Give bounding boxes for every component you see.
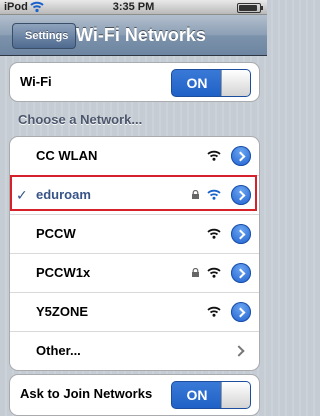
clock: 3:35 PM (112, 1, 155, 13)
battery-icon (237, 3, 263, 13)
wifi-signal-icon (207, 306, 221, 317)
wifi-switch-state: ON (186, 75, 208, 91)
ask-to-join-switch-state: ON (186, 387, 208, 403)
detail-disclosure-button[interactable] (231, 263, 251, 283)
wifi-switch[interactable]: ON (171, 69, 251, 97)
section-header: Choose a Network... (18, 112, 143, 127)
network-row-y5zone[interactable]: Y5ZONE (10, 292, 259, 331)
back-button-label: Settings (25, 30, 69, 42)
network-row-pccw[interactable]: PCCW (10, 214, 259, 253)
wifi-signal-icon (207, 189, 221, 200)
wifi-signal-icon (207, 150, 221, 161)
network-name: Y5ZONE (36, 304, 89, 319)
ask-to-join-switch[interactable]: ON (171, 381, 251, 409)
ask-to-join-group: Ask to Join Networks ON (9, 374, 260, 416)
detail-disclosure-button[interactable] (231, 224, 251, 244)
switch-knob (221, 382, 250, 408)
checkmark-icon: ✓ (16, 187, 28, 203)
wifi-label: Wi-Fi (20, 74, 52, 89)
detail-disclosure-button[interactable] (231, 185, 251, 205)
lock-icon (192, 190, 199, 199)
detail-disclosure-button[interactable] (231, 146, 251, 166)
settings-back-button[interactable]: Settings (12, 23, 77, 49)
network-name: PCCW (36, 226, 76, 241)
detail-disclosure-button[interactable] (231, 302, 251, 322)
wifi-signal-icon (207, 267, 221, 278)
network-name: eduroam (36, 187, 91, 202)
network-row-cc-wlan[interactable]: CC WLAN (10, 137, 259, 175)
lock-icon (192, 268, 199, 277)
network-list: CC WLAN ✓ eduroam PCCW PCCW1x Y5ZONE Oth… (9, 136, 260, 371)
other-label: Other... (36, 343, 81, 358)
switch-knob (221, 70, 250, 96)
network-name: PCCW1x (36, 265, 91, 280)
navigation-bar: Settings Wi-Fi Networks (0, 15, 267, 56)
page-title: Wi-Fi Networks (76, 25, 206, 45)
wifi-row: Wi-Fi ON (10, 63, 259, 101)
network-row-eduroam[interactable]: ✓ eduroam (10, 175, 259, 214)
network-name: CC WLAN (36, 148, 98, 163)
ask-to-join-label: Ask to Join Networks (20, 386, 153, 401)
wifi-toggle-group: Wi-Fi ON (9, 62, 260, 102)
network-row-other[interactable]: Other... (10, 331, 259, 370)
network-row-pccw1x[interactable]: PCCW1x (10, 253, 259, 292)
ask-to-join-row: Ask to Join Networks ON (10, 375, 259, 413)
wifi-signal-icon (207, 228, 221, 239)
chevron-right-icon (233, 345, 245, 357)
status-bar: iPod 3:35 PM (0, 0, 267, 15)
